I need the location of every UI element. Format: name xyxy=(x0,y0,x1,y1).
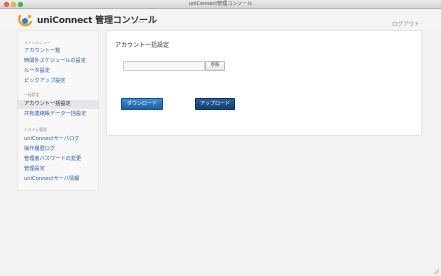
browse-button[interactable]: 参照 xyxy=(205,61,225,71)
file-path-input[interactable] xyxy=(123,61,205,71)
sidebar-section-label-main: メインメニュー xyxy=(24,40,51,45)
sidebar-item-operation-log[interactable]: 操作履歴ログ xyxy=(18,145,98,154)
sidebar-item-server-info[interactable]: uniConnectサーバ情報 xyxy=(18,175,98,184)
sidebar: メインメニュー アカウント一覧 時間外スケジュールの設定 ルータ設定 ピックアッ… xyxy=(17,30,99,191)
resize-grip-icon[interactable] xyxy=(433,268,439,274)
sidebar-item-server-log[interactable]: uniConnectサーバログ xyxy=(18,135,98,144)
page-title: アカウント一括設定 xyxy=(115,42,170,49)
sidebar-item-admin-password[interactable]: 管理者パスワードの変更 xyxy=(18,155,98,164)
download-button[interactable]: ダウンロード xyxy=(121,98,163,110)
sidebar-item-admin-settings[interactable]: 管理設定 xyxy=(18,165,98,174)
sidebar-item-off-hours-schedule[interactable]: 時間外スケジュールの設定 xyxy=(18,57,98,66)
sidebar-item-account-bulk-settings[interactable]: アカウント一括設定 xyxy=(18,100,98,109)
logo-icon xyxy=(18,14,33,27)
sidebar-item-shared-contacts-bulk[interactable]: 共有連絡帳データ一括設定 xyxy=(18,110,98,119)
sidebar-section-label-system: システム管理 xyxy=(24,127,47,132)
main-panel: アカウント一括設定 参照 ダウンロード アップロード xyxy=(106,30,422,136)
logout-link[interactable]: ログアウト xyxy=(392,20,420,28)
window-title: uniConnect管理コンソール xyxy=(188,1,253,7)
sidebar-item-pickup-settings[interactable]: ピックアップ設定 xyxy=(18,77,98,86)
app-version: v1.8.x xyxy=(133,20,144,24)
upload-button[interactable]: アップロード xyxy=(195,98,235,110)
window-titlebar: uniConnect管理コンソール xyxy=(0,0,441,9)
sidebar-item-router-settings[interactable]: ルータ設定 xyxy=(18,67,98,76)
sidebar-section-label-bulk: 一括設定 xyxy=(24,92,40,97)
sidebar-item-account-list[interactable]: アカウント一覧 xyxy=(18,47,98,56)
app-header: uniConnect 管理コンソール v1.8.x ログアウト xyxy=(0,10,441,30)
